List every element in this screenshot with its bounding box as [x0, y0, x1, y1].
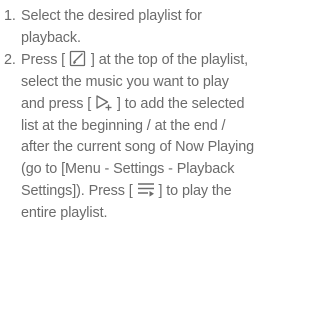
step-text: Select the desired playlist for playback… — [21, 8, 202, 46]
instruction-list: 1. Select the desired playlist for playb… — [4, 6, 256, 225]
play-list-icon — [137, 181, 155, 198]
instructions-document: 1. Select the desired playlist for playb… — [4, 6, 256, 225]
instruction-step-2: 2. Press [ ] at the top of the playlist,… — [4, 50, 256, 225]
add-to-queue-icon — [95, 94, 113, 111]
step-number: 1. — [4, 8, 16, 24]
step-number: 2. — [4, 51, 16, 68]
instruction-step-1: 1. Select the desired playlist for playb… — [4, 6, 256, 50]
step-text-part-1: Press [ — [21, 51, 66, 68]
edit-icon — [69, 50, 87, 67]
